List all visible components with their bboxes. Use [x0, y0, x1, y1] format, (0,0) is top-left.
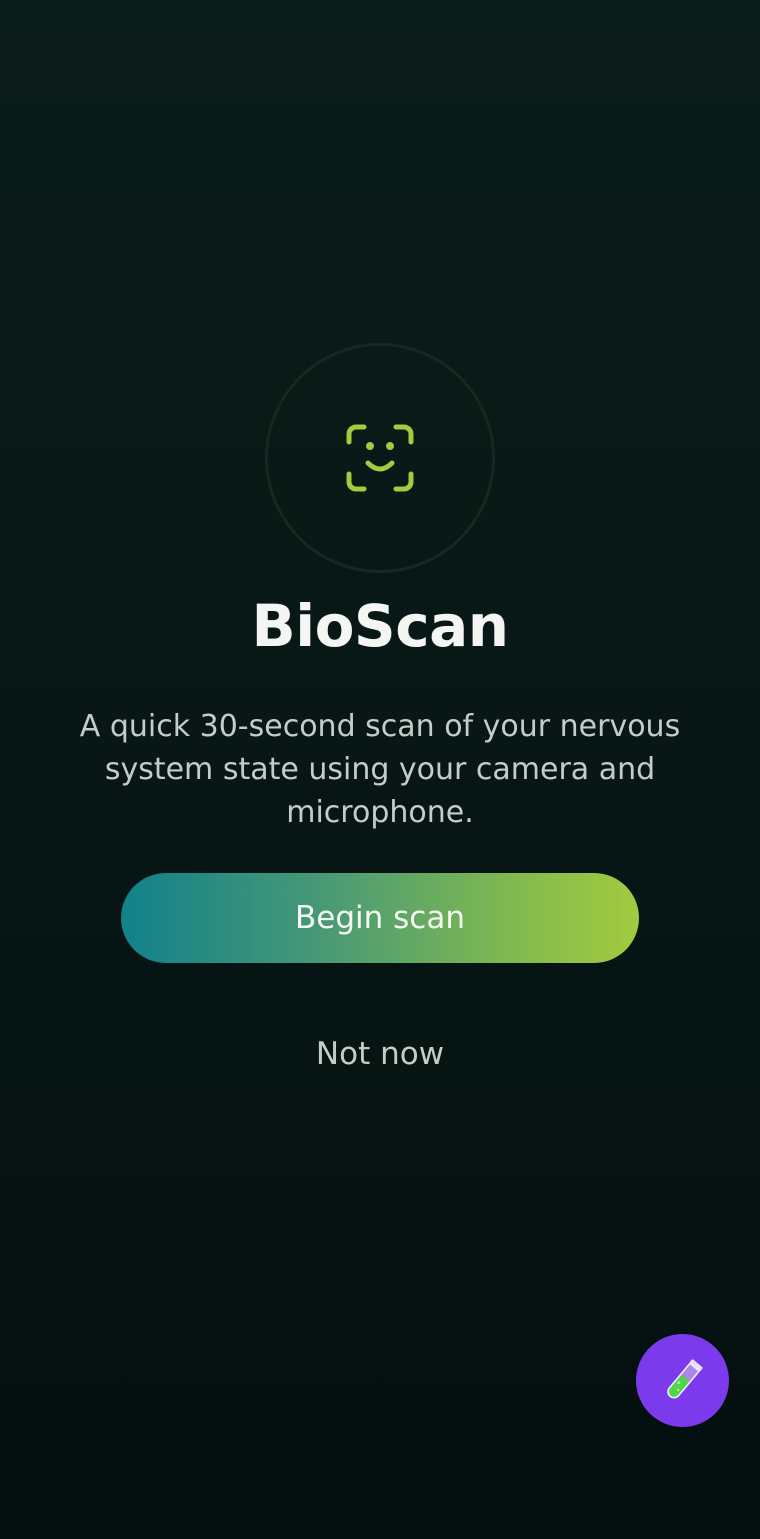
icon-ring — [265, 343, 495, 573]
begin-scan-button[interactable]: Begin scan — [121, 873, 639, 963]
bioscan-intro-screen: BioScan A quick 30-second scan of your n… — [0, 0, 760, 1539]
test-tube-icon — [666, 1358, 703, 1399]
page-title: BioScan — [251, 592, 509, 660]
test-tube-fab[interactable] — [636, 1334, 729, 1427]
scan-description: A quick 30-second scan of your nervous s… — [79, 709, 681, 830]
not-now-button[interactable]: Not now — [230, 1030, 530, 1078]
face-scan-icon — [346, 424, 414, 492]
